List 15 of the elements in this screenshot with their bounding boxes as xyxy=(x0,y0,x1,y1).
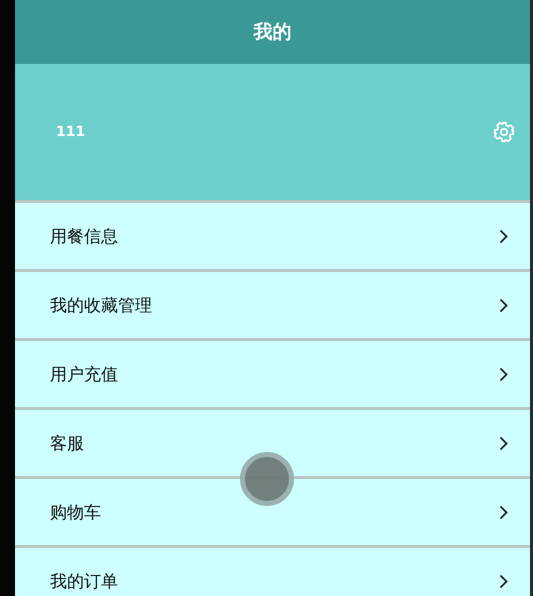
settings-icon[interactable] xyxy=(493,121,515,143)
menu-item[interactable]: 购物车 xyxy=(15,479,530,545)
menu-item[interactable]: 客服 xyxy=(15,410,530,476)
chevron-right-icon xyxy=(499,366,508,382)
chevron-right-icon xyxy=(499,298,508,312)
menu-item[interactable]: 我的收藏管理 xyxy=(15,272,530,338)
username: 111 xyxy=(56,124,86,140)
menu-item[interactable]: 我的订单 xyxy=(15,548,530,596)
page-title: 我的 xyxy=(254,20,292,45)
chevron-right-icon xyxy=(499,574,508,588)
menu-item[interactable]: 用户充值 xyxy=(15,341,530,407)
menu-item[interactable]: 用餐信息 xyxy=(15,203,530,269)
chevron-right-icon xyxy=(499,228,508,244)
chevron-right-icon xyxy=(499,436,508,450)
chevron-right-icon xyxy=(499,504,508,520)
